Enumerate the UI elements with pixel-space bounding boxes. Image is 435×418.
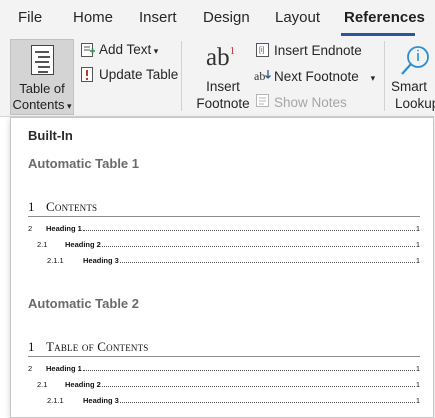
insert-footnote-label-line2: Footnote	[196, 96, 250, 111]
tab-home[interactable]: Home	[73, 9, 113, 26]
footnote-icon: ab1	[206, 44, 235, 72]
toc-entry-leader	[82, 370, 415, 371]
toc-entry-leader	[82, 230, 415, 231]
insert-footnote-button[interactable]: ab1 Insert Footnote	[195, 40, 251, 114]
toc-entry: 2.1 Heading 2 1	[37, 239, 420, 249]
toc-preview-heading: 1 Contents	[28, 199, 97, 215]
insert-endnote-button[interactable]: Insert Endnote	[274, 43, 362, 58]
toc-entry-page: 1	[415, 396, 420, 405]
smart-lookup-label-line1: Smart	[392, 79, 428, 94]
footnote-glyph: ab	[206, 44, 230, 71]
tab-references[interactable]: References	[344, 9, 425, 26]
add-text-icon	[80, 42, 96, 63]
toc-button-label-line1: Table of	[19, 81, 65, 96]
automatic-table-2-title: Automatic Table 2	[28, 296, 140, 311]
toc-entry: 2 Heading 1 1	[28, 363, 420, 373]
tab-layout[interactable]: Layout	[275, 9, 320, 26]
show-notes-icon	[255, 93, 270, 113]
toc-entry-text: Heading 3	[83, 396, 119, 405]
toc-entry-text: Heading 2	[65, 240, 101, 249]
toc-heading-number: 1	[28, 339, 35, 354]
toc-heading-rule	[28, 216, 420, 217]
toc-button-label-line2-text: Contents	[12, 97, 65, 112]
show-notes-button[interactable]: Show Notes	[274, 95, 347, 110]
toc-entry-text: Heading 3	[83, 256, 119, 265]
toc-entry: 2.1 Heading 2 1	[37, 379, 420, 389]
toc-entry-page: 1	[415, 364, 420, 373]
tab-file[interactable]: File	[18, 9, 42, 26]
table-of-contents-gallery: Built-In Automatic Table 1 1 Contents 2 H…	[10, 117, 434, 418]
ribbon-tab-bar: File Home Insert Design Layout Reference…	[0, 0, 435, 37]
toc-entry-number: 2.1	[37, 380, 48, 389]
automatic-table-1-title: Automatic Table 1	[28, 156, 140, 171]
next-footnote-label: Next Footnote	[274, 69, 359, 84]
toc-heading-text: Contents	[46, 199, 98, 214]
smart-lookup-label-line2: Lookup	[395, 96, 435, 111]
ribbon-panel: Table of Contents ▾ Add Text ▾ Update Ta…	[0, 37, 435, 117]
table-of-contents-icon	[31, 45, 54, 75]
toc-entry: 2 Heading 1 1	[28, 223, 420, 233]
smart-lookup-button[interactable]: Smart Lookup	[392, 40, 435, 114]
svg-text:[i]: [i]	[259, 47, 265, 54]
toc-entry-page: 1	[415, 224, 420, 233]
automatic-table-2-preview[interactable]: 1 Table of Contents 2 Heading 1 1 2.1 Hea…	[28, 328, 420, 417]
toc-preview-heading: 1 Table of Contents	[28, 339, 149, 355]
add-text-button[interactable]: Add Text ▾	[99, 42, 158, 57]
chevron-down-icon: ▾	[64, 101, 72, 111]
toc-entry-leader	[101, 246, 415, 247]
toc-entry-number: 2.1	[37, 240, 48, 249]
insert-footnote-label-line1: Insert	[206, 79, 240, 94]
footnote-superscript: 1	[229, 44, 236, 57]
group-separator	[181, 41, 182, 111]
table-of-contents-button[interactable]: Table of Contents ▾	[10, 39, 74, 115]
toc-heading-rule	[28, 356, 420, 357]
chevron-down-icon: ▾	[151, 46, 159, 56]
update-table-button[interactable]: Update Table	[99, 67, 178, 82]
toc-entry-text: Heading 1	[46, 224, 82, 233]
toc-entry-number: 2.1.1	[47, 396, 64, 405]
update-table-icon	[80, 66, 96, 88]
toc-entry-leader	[101, 386, 415, 387]
toc-entry-page: 1	[415, 240, 420, 249]
tab-design[interactable]: Design	[203, 9, 250, 26]
toc-entry: 2.1.1 Heading 3 1	[47, 255, 420, 265]
next-footnote-icon: ab	[254, 68, 272, 87]
chevron-down-icon[interactable]: ▾	[371, 73, 376, 83]
toc-heading-number: 1	[28, 199, 35, 214]
toc-entry-text: Heading 2	[65, 380, 101, 389]
toc-entry-leader	[119, 262, 415, 263]
toc-heading-text: Table of Contents	[46, 339, 149, 354]
toc-button-label-line2: Contents ▾	[11, 97, 73, 114]
toc-entry-text: Heading 1	[46, 364, 82, 373]
next-footnote-button[interactable]: Next Footnote ▾	[274, 69, 375, 84]
toc-entry-number: 2	[28, 224, 33, 233]
toc-entry-leader	[119, 402, 415, 403]
automatic-table-1-preview[interactable]: 1 Contents 2 Heading 1 1 2.1 Heading 2 1 …	[28, 188, 420, 278]
toc-entry-number: 2.1.1	[47, 256, 64, 265]
toc-entry: 2.1.1 Heading 3 1	[47, 395, 420, 405]
toc-entry-page: 1	[415, 256, 420, 265]
group-separator	[384, 41, 385, 111]
toc-entry-number: 2	[28, 364, 33, 373]
tab-insert[interactable]: Insert	[139, 9, 177, 26]
toc-entry-page: 1	[415, 380, 420, 389]
insert-endnote-icon: [i]	[255, 42, 271, 63]
gallery-section-title: Built-In	[28, 128, 73, 143]
active-tab-indicator	[341, 33, 415, 36]
add-text-label: Add Text	[99, 42, 152, 57]
svg-text:ab: ab	[254, 69, 265, 82]
